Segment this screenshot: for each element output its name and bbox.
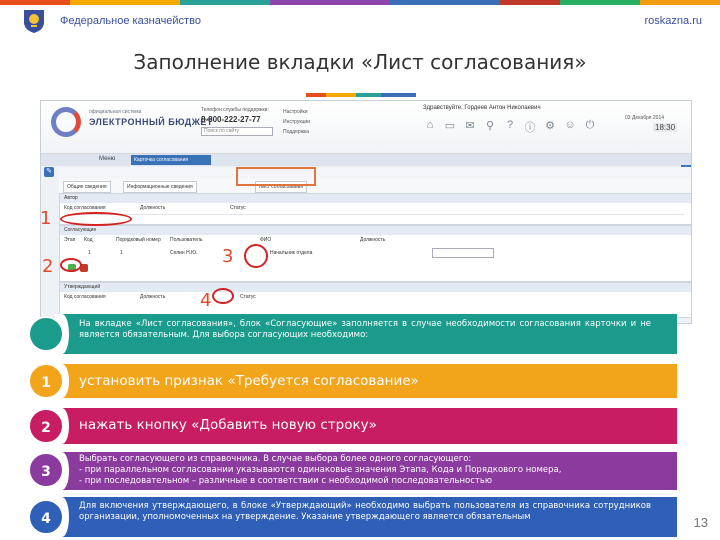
step-1-badge: 1 [28, 363, 64, 399]
logo-subtitle: официальная система [89, 109, 142, 115]
annotation-3: 3 [222, 246, 234, 267]
app-screenshot: официальная система ЭЛЕКТРОННЫЙ БЮДЖЕТ Т… [40, 100, 692, 324]
header-link-settings[interactable]: Настройки [283, 109, 308, 115]
step-intro-bar: На вкладке «Лист согласования», блок «Со… [55, 314, 677, 354]
annotation-2: 2 [42, 256, 54, 277]
tab-info[interactable]: Информационные сведения [123, 181, 197, 193]
step-4-bar: Для включения утверждающего, в блоке «Ут… [55, 497, 677, 537]
step-4-badge: 4 [28, 499, 64, 535]
approvers-row-user[interactable]: Селин Н.Ю. [170, 250, 198, 256]
approvers-col-code: Код [84, 237, 93, 243]
help-icon[interactable]: ? [503, 119, 517, 133]
budget-logo-icon [51, 107, 81, 137]
author-col-status: Статус [230, 205, 246, 211]
annotation-1: 1 [40, 208, 52, 229]
header: Федеральное казначейство roskazna.ru [0, 5, 720, 35]
author-panel-title: Автор [60, 194, 691, 203]
phone-number: 8-800-222-27-77 [201, 115, 261, 124]
approver-col-code: Код согласования [64, 294, 106, 300]
approvers-row-position[interactable]: Начальник отдела [270, 250, 312, 256]
highlight-requires-approval [60, 212, 132, 226]
card-tabs: Общие сведения Информационные сведения Л… [59, 179, 691, 194]
approvers-col-user: Пользователь [170, 237, 203, 243]
approvers-col-fio: ФИО [260, 237, 272, 243]
approvers-row-code[interactable]: 1 [120, 250, 123, 256]
step-3-bar: Выбрать согласующего из справочника. В с… [55, 452, 677, 490]
page-number: 13 [693, 515, 708, 530]
page-title: Заполнение вкладки «Лист согласования» [133, 50, 587, 74]
approvers-panel: Согласующие Этап Код Порядковый номер По… [59, 225, 691, 282]
user-greeting: Здравствуйте, Гордеев Антон Николаевич [423, 105, 541, 111]
approvers-row-select[interactable] [432, 248, 494, 258]
info-icon[interactable]: ⓘ [523, 119, 537, 134]
current-date: 03 Декабря 2014 [625, 115, 665, 121]
highlight-user-picker [244, 244, 268, 268]
annotation-4: 4 [200, 290, 212, 311]
app-header: официальная система ЭЛЕКТРОННЫЙ БЮДЖЕТ Т… [41, 101, 691, 154]
header-link-support[interactable]: Поддержка [283, 129, 309, 135]
step-3-badge: 3 [28, 452, 64, 488]
edit-icon[interactable]: ✎ [44, 167, 54, 177]
logo-text: ЭЛЕКТРОННЫЙ БЮДЖЕТ [89, 117, 213, 127]
menu-bar: Меню Карточка согласования [41, 154, 691, 166]
approvers-col-order: Порядковый номер [116, 237, 161, 243]
phone-label: Телефон службы поддержки: [201, 107, 269, 113]
approvers-panel-title: Согласующие [60, 226, 691, 235]
author-panel: Автор Код согласования Должность Статус [59, 193, 691, 225]
step-1-text: установить признак «Требуется согласован… [79, 373, 419, 389]
approver-col-status: Статус [240, 294, 256, 300]
header-link-instructions[interactable]: Инструкции [283, 119, 310, 125]
approver-panel-title: Утверждающий [60, 283, 691, 292]
document-icon[interactable]: ▭ [443, 119, 457, 133]
user-icon[interactable]: ☺ [563, 119, 577, 133]
approvers-row-stage[interactable]: 1 [88, 250, 91, 256]
org-name: Федеральное казначейство [60, 15, 201, 27]
author-col-code: Код согласования [64, 205, 106, 211]
tab-general[interactable]: Общие сведения [63, 181, 111, 193]
highlight-add-row [60, 258, 82, 272]
approvers-col-position: Должность [360, 237, 386, 243]
step-1-bar: установить признак «Требуется согласован… [55, 364, 677, 398]
step-3-text: Выбрать согласующего из справочника. В с… [79, 454, 562, 486]
exit-icon[interactable]: ⏻ [583, 119, 597, 133]
tab-approval-card[interactable]: Карточка согласования [131, 155, 211, 165]
highlight-approval-tab [236, 167, 316, 186]
highlight-approver-picker [212, 288, 234, 304]
author-col-position: Должность [140, 205, 166, 211]
approver-panel: Утверждающий Код согласования Должность … [59, 282, 691, 318]
site-link[interactable]: roskazna.ru [645, 15, 702, 27]
step-2-badge: 2 [28, 408, 64, 444]
approver-col-position: Должность [140, 294, 166, 300]
menu-button[interactable]: Меню [99, 156, 115, 162]
pin-icon[interactable]: ⚲ [483, 119, 497, 133]
step-intro-text: На вкладке «Лист согласования», блок «Со… [79, 319, 651, 340]
message-icon[interactable]: ✉ [463, 119, 477, 133]
settings-icon[interactable]: ⚙ [543, 119, 557, 133]
approvers-col-stage: Этап [64, 237, 76, 243]
step-2-text: нажать кнопку «Добавить новую строку» [79, 417, 377, 433]
search-input[interactable]: Поиск по сайту [201, 127, 273, 136]
step-2-bar: нажать кнопку «Добавить новую строку» [55, 408, 677, 444]
step-intro-badge [28, 316, 64, 352]
clock: 18:30 [653, 123, 678, 132]
step-4-text: Для включения утверждающего, в блоке «Ут… [79, 501, 651, 522]
home-icon[interactable]: ⌂ [423, 119, 437, 133]
title-underline [306, 93, 416, 97]
emblem-icon [24, 10, 44, 33]
